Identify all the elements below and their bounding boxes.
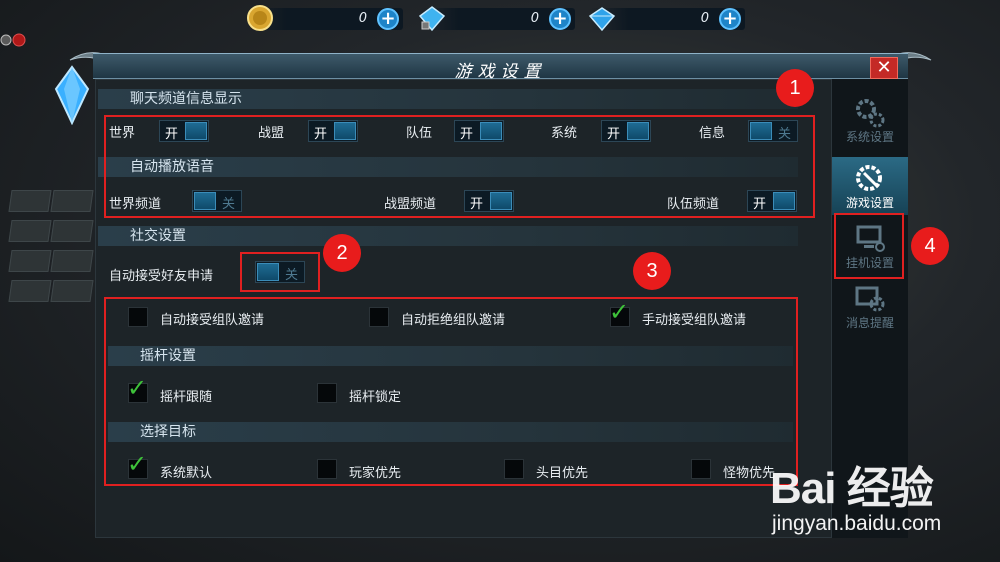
currency-gold: 0 +	[247, 5, 403, 31]
annotation-box-4	[834, 213, 904, 279]
currency-bar: 0 + 0 + 0 +	[240, 0, 760, 36]
annotation-badge-2: 2	[323, 234, 361, 272]
left-edge-indicator	[0, 33, 26, 47]
diamond-value: 0	[700, 11, 709, 26]
sidebar-item-game-settings[interactable]: 游戏设置	[832, 157, 908, 215]
annotation-box-1	[104, 115, 815, 218]
add-bound-diamond-button[interactable]: +	[549, 8, 571, 30]
diamond-icon	[588, 7, 616, 32]
currency-diamond: 0 +	[588, 7, 745, 32]
auto-accept-friend-label: 自动接受好友申请	[109, 269, 214, 284]
add-gold-button[interactable]: +	[377, 8, 399, 30]
baidu-watermark: Bai 经验 jingyan.baidu.com	[770, 452, 1000, 552]
close-button[interactable]: ✕	[870, 57, 898, 79]
annotation-box-3	[104, 297, 798, 486]
currency-bound-diamond: 0 +	[418, 6, 575, 32]
wrench-gear-icon	[856, 165, 882, 191]
social-section-heading: 社交设置	[98, 226, 798, 246]
annotation-badge-4: 4	[911, 227, 949, 265]
annotation-box-2	[240, 252, 320, 292]
sidebar-label-system-settings: 系统设置	[845, 130, 894, 144]
annotation-badge-3: 3	[633, 252, 671, 290]
chat-section-heading: 聊天频道信息显示	[98, 89, 798, 109]
annotation-badge-1: 1	[776, 69, 814, 107]
gears-icon	[856, 99, 885, 128]
sidebar-item-message-alerts[interactable]: 消息提醒	[832, 277, 908, 335]
message-gear-icon	[855, 286, 885, 312]
sidebar-label-message-alerts: 消息提醒	[845, 316, 894, 330]
gold-coin-icon	[247, 5, 273, 31]
add-diamond-button[interactable]: +	[719, 8, 741, 30]
gold-value: 0	[358, 11, 367, 26]
watermark-url: jingyan.baidu.com	[772, 512, 942, 535]
bound-diamond-value: 0	[530, 11, 539, 26]
sidebar-label-game-settings: 游戏设置	[845, 196, 894, 210]
sidebar-item-system-settings[interactable]: 系统设置	[832, 91, 908, 149]
background-floor	[0, 180, 95, 380]
watermark-logo-text: Bai 经验	[770, 464, 934, 513]
bound-diamond-icon	[418, 6, 446, 32]
